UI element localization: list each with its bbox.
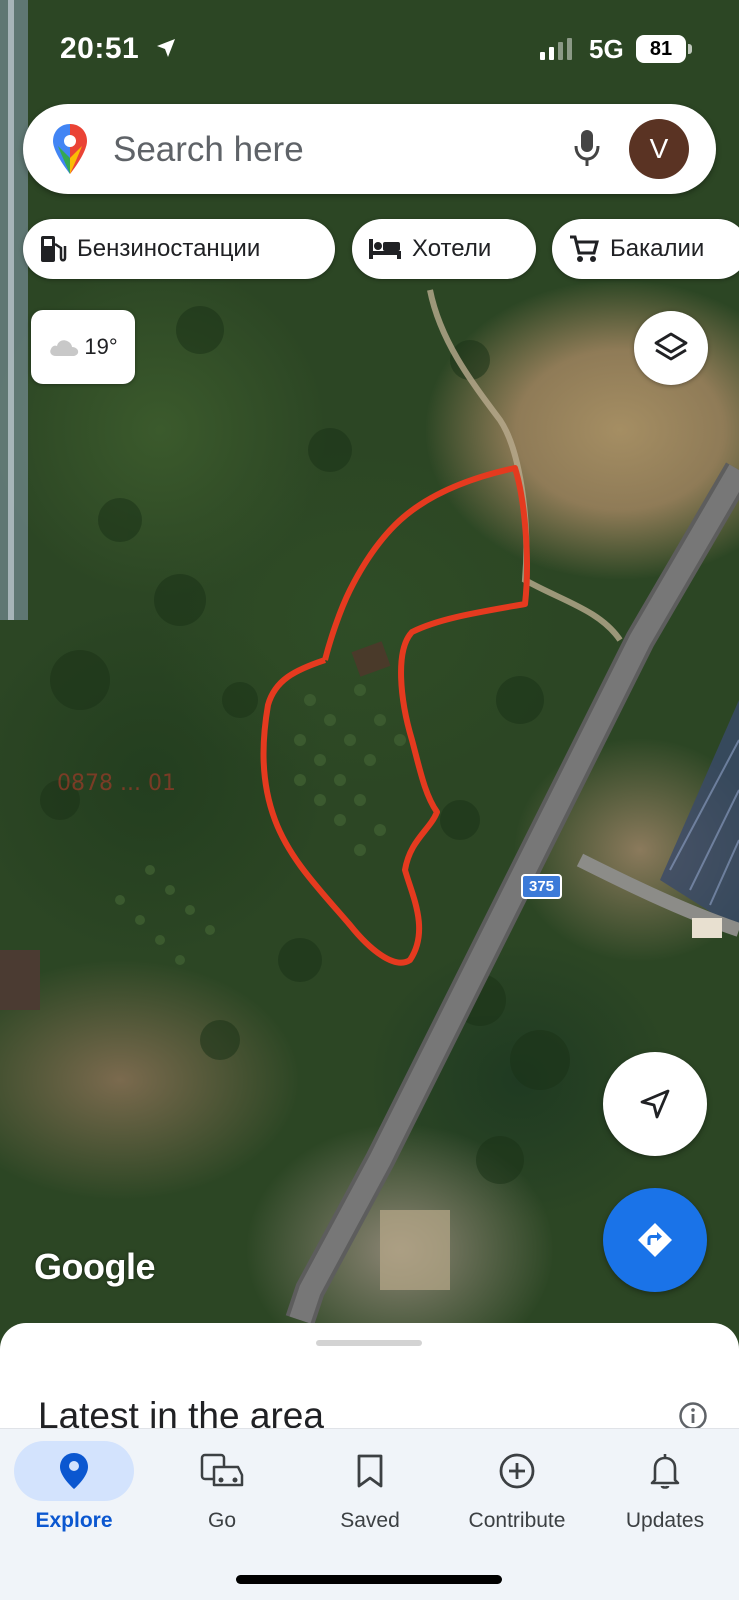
nav-label: Updates <box>625 1509 705 1532</box>
nav-updates[interactable]: Updates <box>591 1429 739 1549</box>
nav-icon-container <box>14 1441 134 1501</box>
location-arrow-icon <box>157 39 175 57</box>
nav-label: Go <box>207 1509 236 1532</box>
chip-label: Бензиностанции <box>77 235 261 262</box>
nav-label: Saved <box>340 1509 400 1532</box>
chip-groceries[interactable]: Бакалии <box>552 219 739 279</box>
building <box>0 950 40 1010</box>
status-time: 20:51 <box>60 32 140 65</box>
directions-button[interactable] <box>603 1188 707 1292</box>
orchard-rows <box>115 684 406 965</box>
account-avatar[interactable]: V <box>629 119 689 179</box>
building <box>351 641 391 677</box>
phone-watermark: 0878 ... 01 <box>57 771 176 796</box>
car-icon <box>200 1453 244 1487</box>
nav-label: Contribute <box>468 1509 566 1532</box>
shopping-cart-icon <box>570 235 599 262</box>
google-maps-pin-icon <box>53 124 87 174</box>
chip-gas-stations[interactable]: Бензиностанции <box>23 219 335 279</box>
nav-explore[interactable]: Explore <box>0 1429 148 1549</box>
route-375-shield: 375 <box>521 874 562 899</box>
chip-label: Хотели <box>412 235 492 262</box>
cloud-icon <box>50 340 79 356</box>
nav-saved[interactable]: Saved <box>296 1429 444 1549</box>
weather-chip[interactable]: 19° <box>31 310 135 384</box>
directions-icon <box>638 1223 672 1257</box>
battery-level: 81 <box>636 35 686 63</box>
add-circle-icon <box>499 1453 535 1489</box>
sheet-drag-handle[interactable] <box>316 1340 422 1346</box>
status-bar: 20:51 5G 81 <box>0 0 739 100</box>
microphone-icon[interactable] <box>573 128 601 168</box>
drawn-plot-outline <box>260 465 530 966</box>
google-logo: Google <box>34 1246 156 1287</box>
hotel-bed-icon <box>369 239 401 259</box>
my-location-button[interactable] <box>603 1052 707 1156</box>
map-layers-button[interactable] <box>634 311 708 385</box>
nav-icon-container <box>457 1441 577 1501</box>
network-type: 5G <box>589 34 624 64</box>
search-bar[interactable]: Search here V <box>23 104 716 194</box>
gas-station-icon <box>41 236 67 262</box>
info-icon[interactable] <box>678 1401 708 1431</box>
signal-bars-icon <box>540 38 572 60</box>
temperature: 19° <box>84 334 118 359</box>
nav-contribute[interactable]: Contribute <box>443 1429 591 1549</box>
bell-icon <box>650 1454 680 1489</box>
nav-icon-container <box>310 1441 430 1501</box>
layers-icon <box>654 332 688 361</box>
battery-tip <box>688 44 692 54</box>
building-yard <box>380 1210 450 1290</box>
navigation-arrow-icon <box>640 1089 670 1119</box>
nav-label: Explore <box>35 1509 113 1532</box>
search-placeholder[interactable]: Search here <box>113 130 304 170</box>
explore-pin-icon <box>60 1453 88 1489</box>
tree-texture <box>40 306 570 1184</box>
nav-go[interactable]: Go <box>148 1429 296 1549</box>
home-indicator[interactable] <box>236 1575 502 1584</box>
nav-icon-container <box>162 1441 282 1501</box>
solar-panels-right <box>660 700 739 930</box>
bookmark-icon <box>357 1454 383 1488</box>
nav-icon-container <box>605 1441 725 1501</box>
building <box>692 918 722 938</box>
chip-hotels[interactable]: Хотели <box>352 219 536 279</box>
chip-label: Бакалии <box>610 235 705 262</box>
